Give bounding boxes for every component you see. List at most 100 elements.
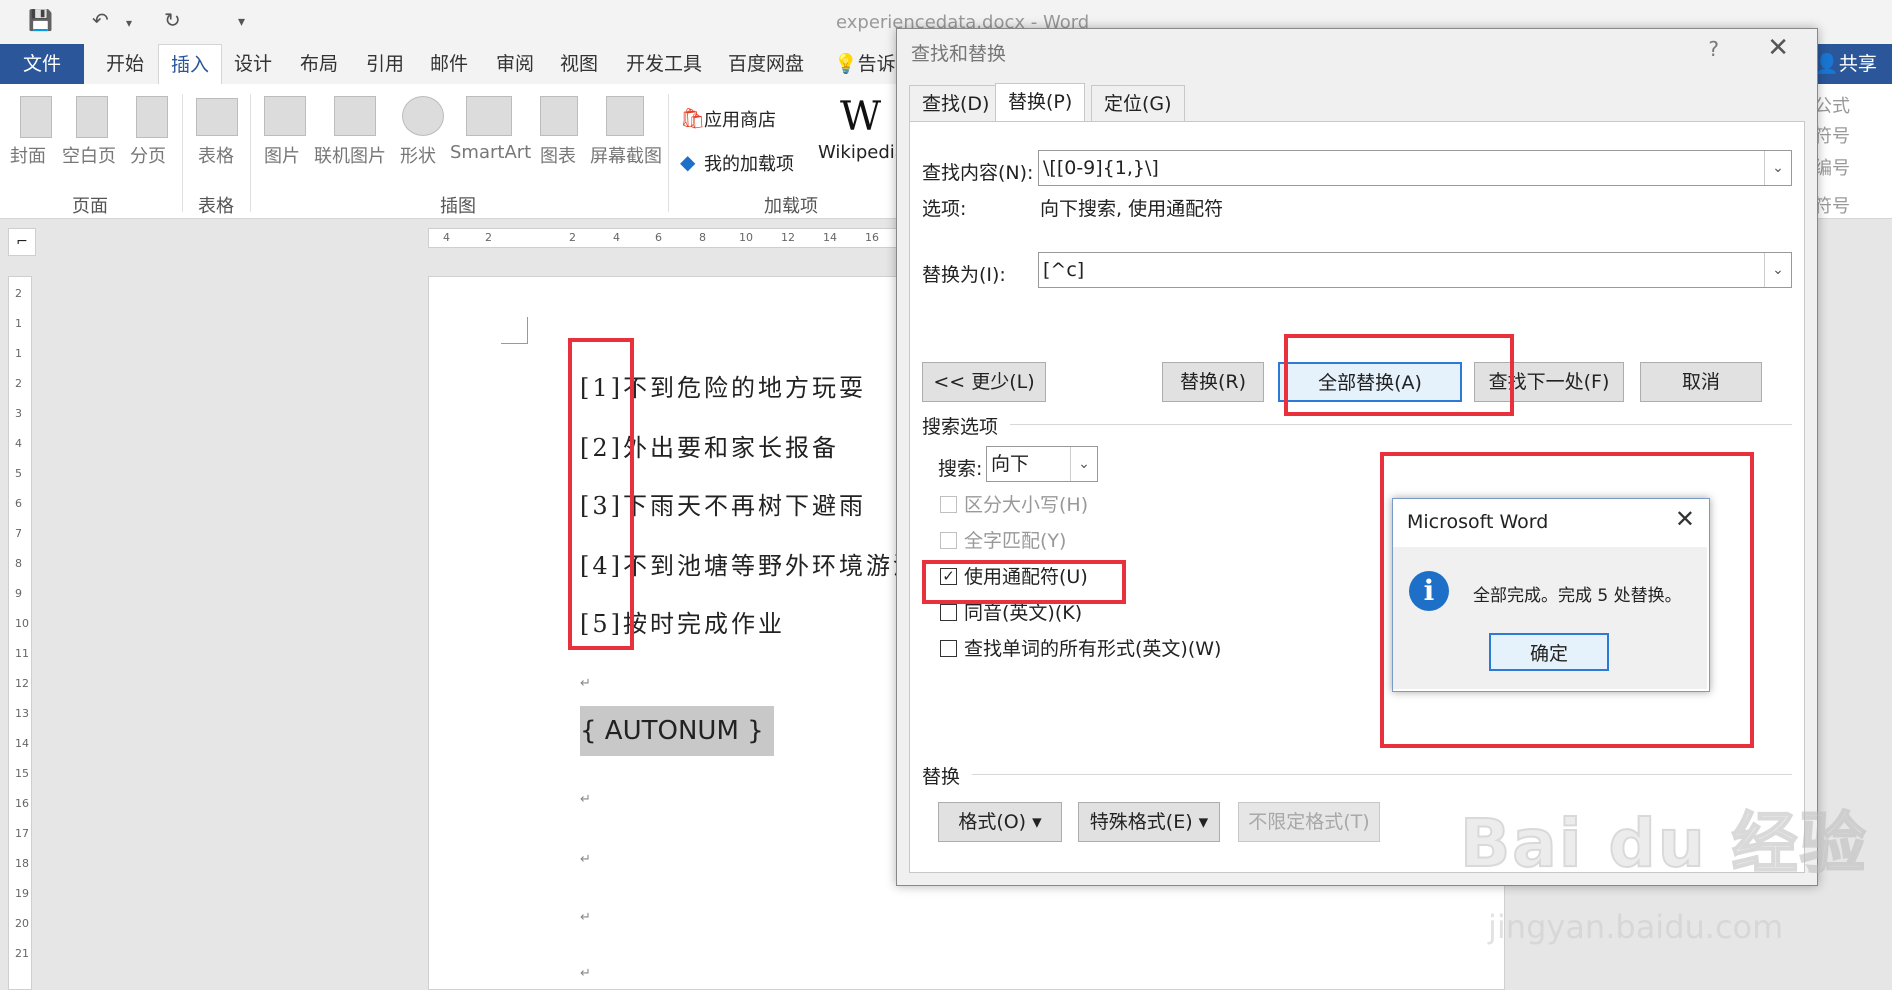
help-icon[interactable]: ? bbox=[1708, 37, 1719, 61]
message-title: Microsoft Word bbox=[1407, 511, 1549, 533]
autonum-field[interactable]: { AUTONUM } bbox=[580, 706, 774, 756]
vertical-ruler-number: 20 bbox=[15, 917, 29, 930]
ruler-number: 4 bbox=[613, 231, 620, 244]
chevron-down-icon[interactable]: ⌄ bbox=[1070, 447, 1097, 481]
my-addins-button[interactable]: 我的加载项 bbox=[704, 150, 794, 176]
message-body: i 全部完成。完成 5 处替换。 确定 bbox=[1393, 547, 1707, 689]
message-text: 全部完成。完成 5 处替换。 bbox=[1473, 586, 1682, 606]
tab-home[interactable]: 开始 bbox=[94, 44, 156, 84]
horizontal-ruler[interactable]: 4 2 2 4 6 8 10 12 14 16 bbox=[428, 228, 910, 248]
tab-view[interactable]: 视图 bbox=[548, 44, 610, 84]
options-label: 选项: bbox=[922, 198, 967, 220]
picture-button[interactable]: 图片 bbox=[264, 142, 300, 168]
tab-goto[interactable]: 定位(G) bbox=[1091, 85, 1185, 122]
tab-file[interactable]: 文件 bbox=[0, 44, 84, 84]
tab-insert[interactable]: 插入 bbox=[158, 44, 223, 86]
replace-value: [^c] bbox=[1043, 259, 1085, 281]
tab-replace[interactable]: 替换(P) bbox=[995, 83, 1086, 123]
close-icon[interactable]: ✕ bbox=[1767, 33, 1789, 63]
highlight-box-numbers bbox=[568, 338, 634, 650]
chart-button[interactable]: 图表 bbox=[540, 142, 576, 168]
close-icon[interactable]: ✕ bbox=[1675, 505, 1695, 533]
chevron-down-icon[interactable]: ⌄ bbox=[1764, 253, 1791, 287]
tab-find[interactable]: 查找(D) bbox=[909, 85, 1003, 122]
match-case-checkbox[interactable] bbox=[940, 496, 957, 513]
equation-button[interactable]: 公式 bbox=[1814, 92, 1850, 118]
vertical-ruler-number: 5 bbox=[15, 467, 22, 480]
ruler-number: 4 bbox=[443, 231, 450, 244]
watermark-url: jingyan.baidu.com bbox=[1488, 908, 1784, 946]
cover-page-button[interactable]: 封面 bbox=[10, 142, 46, 168]
wikipedia-icon: W bbox=[840, 94, 882, 140]
ruler-number: 14 bbox=[823, 231, 837, 244]
chevron-down-icon[interactable]: ⌄ bbox=[1764, 151, 1791, 185]
online-picture-button[interactable]: 联机图片 bbox=[314, 142, 386, 168]
chart-icon bbox=[540, 96, 578, 136]
store-button[interactable]: 应用商店 bbox=[704, 106, 776, 132]
ruler-number: 8 bbox=[699, 231, 706, 244]
tab-mailings[interactable]: 邮件 bbox=[418, 44, 480, 84]
no-formatting-button[interactable]: 不限定格式(T) bbox=[1238, 802, 1380, 842]
search-direction-value: 向下 bbox=[991, 453, 1030, 475]
replace-label: 替换为(I): bbox=[922, 264, 1006, 286]
vertical-ruler-number: 3 bbox=[15, 407, 22, 420]
less-button[interactable]: << 更少(L) bbox=[922, 362, 1046, 402]
whole-word-checkbox[interactable] bbox=[940, 532, 957, 549]
ribbon-divider bbox=[182, 94, 183, 212]
vertical-ruler-number: 10 bbox=[15, 617, 29, 630]
info-icon: i bbox=[1409, 571, 1449, 611]
symbol-button[interactable]: 符号 bbox=[1814, 122, 1850, 148]
undo-icon[interactable]: ↶ bbox=[92, 8, 109, 32]
smartart-button[interactable]: SmartArt bbox=[450, 142, 531, 163]
table-button[interactable]: 表格 bbox=[198, 142, 234, 168]
vertical-ruler-number: 6 bbox=[15, 497, 22, 510]
ruler-number: 6 bbox=[655, 231, 662, 244]
cover-page-icon bbox=[20, 96, 52, 138]
ok-button[interactable]: 确定 bbox=[1489, 633, 1609, 671]
page-break-button[interactable]: 分页 bbox=[130, 142, 166, 168]
find-value: \[[0-9]{1,}\] bbox=[1043, 157, 1159, 179]
undo-dropdown-icon[interactable]: ▾ bbox=[126, 16, 132, 30]
vertical-ruler[interactable]: 2 1 1 2 3 4 5 6 7 8 9 10 11 12 13 14 15 16 17 18 19 20 21 bbox=[8, 276, 32, 990]
group-label-illustrations: 插图 bbox=[440, 196, 476, 217]
highlight-box-replace-all bbox=[1284, 334, 1514, 416]
ribbon-divider bbox=[250, 94, 251, 212]
redo-icon[interactable]: ↻ bbox=[164, 8, 181, 32]
page-break-icon bbox=[136, 96, 168, 138]
tab-selector[interactable]: ⌐ bbox=[8, 228, 36, 256]
replace-button[interactable]: 替换(R) bbox=[1162, 362, 1264, 402]
sounds-like-checkbox[interactable] bbox=[940, 604, 957, 621]
tab-review[interactable]: 审阅 bbox=[484, 44, 546, 84]
blank-page-button[interactable]: 空白页 bbox=[62, 142, 116, 168]
vertical-ruler-number: 7 bbox=[15, 527, 22, 540]
save-icon[interactable]: 💾 bbox=[28, 8, 53, 32]
vertical-ruler-number: 18 bbox=[15, 857, 29, 870]
tab-layout[interactable]: 布局 bbox=[288, 44, 350, 84]
match-case-label: 区分大小写(H) bbox=[964, 494, 1089, 516]
tab-developer[interactable]: 开发工具 bbox=[614, 44, 714, 84]
tab-references[interactable]: 引用 bbox=[354, 44, 416, 84]
ruler-number: 2 bbox=[485, 231, 492, 244]
smartart-icon bbox=[466, 96, 512, 136]
tab-design[interactable]: 设计 bbox=[222, 44, 284, 84]
replace-input[interactable]: [^c] ⌄ bbox=[1038, 252, 1792, 288]
tab-baidu-netdisk[interactable]: 百度网盘 bbox=[716, 44, 816, 84]
screenshot-button[interactable]: 屏幕截图 bbox=[590, 142, 662, 168]
store-icon: 🛍 bbox=[680, 106, 706, 130]
cancel-button[interactable]: 取消 bbox=[1640, 362, 1762, 402]
find-input[interactable]: \[[0-9]{1,}\] ⌄ bbox=[1038, 150, 1792, 186]
watermark-logo: Bai du 经验 bbox=[1459, 804, 1868, 883]
all-word-forms-checkbox[interactable] bbox=[940, 640, 957, 657]
shapes-button[interactable]: 形状 bbox=[400, 142, 436, 168]
format-button[interactable]: 格式(O) ▾ bbox=[938, 802, 1062, 842]
customize-qa-icon[interactable]: ▾ bbox=[238, 14, 245, 30]
search-direction-select[interactable]: 向下 ⌄ bbox=[986, 446, 1098, 482]
baidu-watermark: Bai du 经验 jingyan.baidu.com bbox=[1459, 790, 1890, 980]
number-button[interactable]: 编号 bbox=[1814, 154, 1850, 180]
share-label: 共享 bbox=[1838, 53, 1877, 75]
wikipedia-button[interactable]: Wikipedia bbox=[818, 142, 906, 163]
ruler-number: 12 bbox=[781, 231, 795, 244]
special-format-button[interactable]: 特殊格式(E) ▾ bbox=[1078, 802, 1220, 842]
screenshot-icon bbox=[606, 96, 644, 136]
message-box: Microsoft Word ✕ i 全部完成。完成 5 处替换。 确定 bbox=[1392, 498, 1710, 692]
